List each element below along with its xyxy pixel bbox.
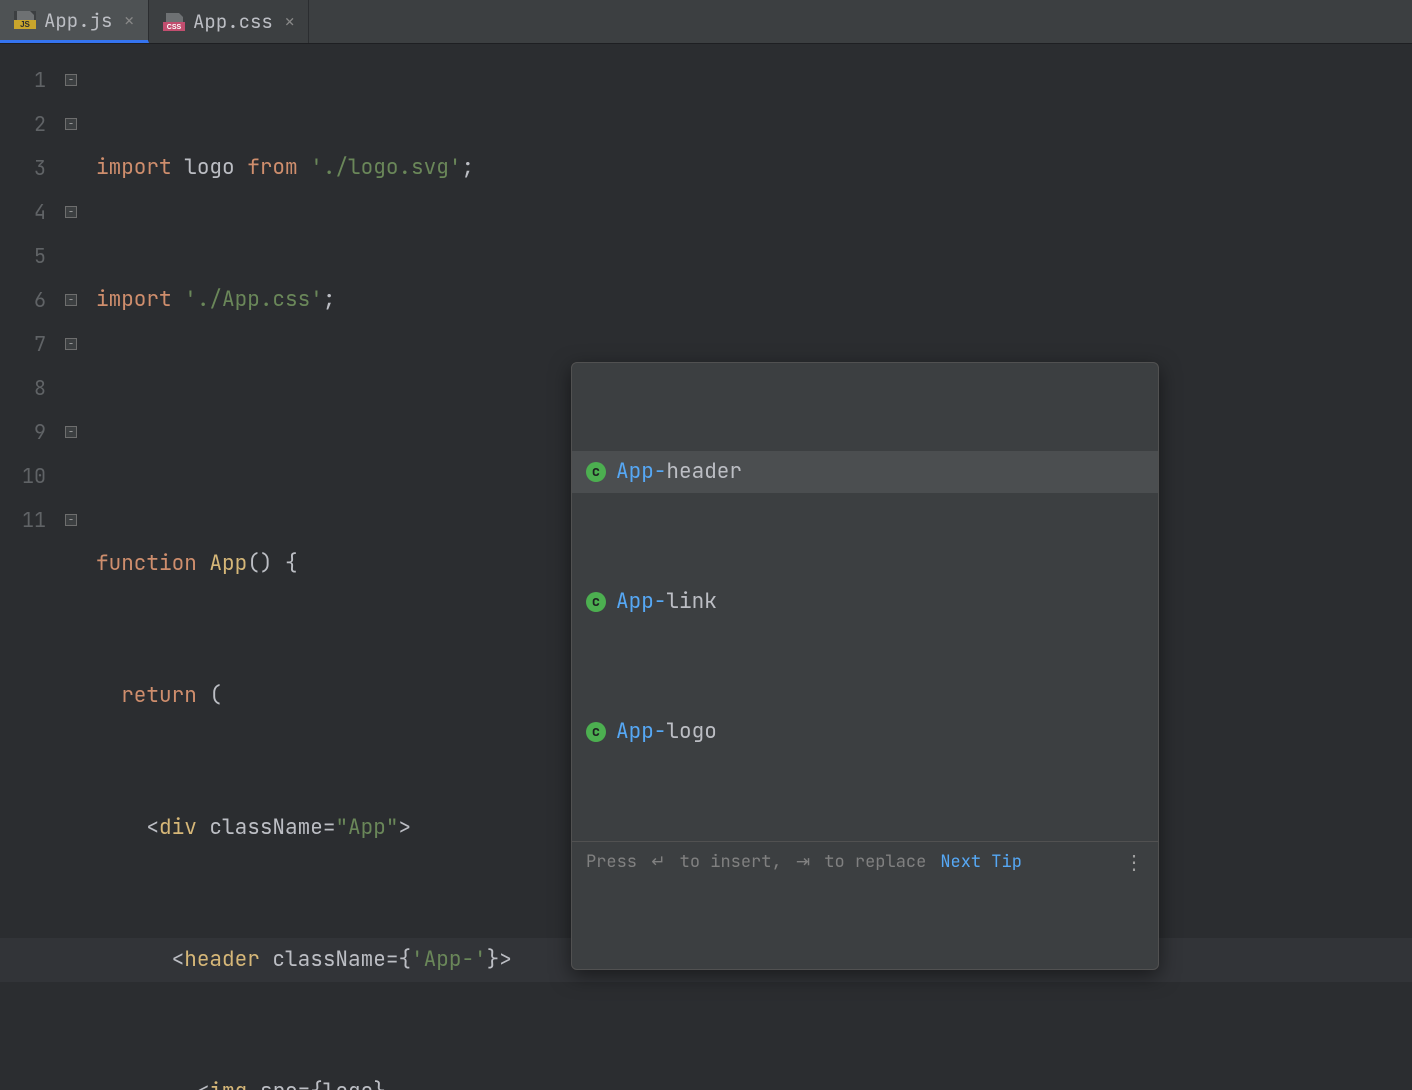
next-tip-link[interactable]: Next Tip <box>940 840 1022 884</box>
line-number: 4 <box>0 190 46 234</box>
line-number: 8 <box>0 366 46 410</box>
line-number: 6 <box>0 278 46 322</box>
completion-prefix: App- <box>616 718 666 745</box>
enter-key-icon: ↵ <box>651 840 665 884</box>
fold-toggle-icon[interactable]: − <box>65 206 77 218</box>
hint-text: Press <box>586 840 647 884</box>
close-icon[interactable]: ✕ <box>124 10 134 31</box>
completion-rest: header <box>666 458 742 485</box>
tab-bar: JS App.js ✕ CSS App.css ✕ <box>0 0 1412 44</box>
code-line: <img src={logo} <box>82 1070 1412 1090</box>
completion-footer: Press ↵ to insert, ⇥ to replace Next Tip… <box>572 841 1158 881</box>
code-line: import './App.css'; <box>82 278 1412 322</box>
line-gutter: 1 2 3 4 5 6 7 8 9 10 11 <box>0 44 60 545</box>
line-number: 2 <box>0 102 46 146</box>
css-class-icon: c <box>586 592 606 612</box>
code-line: import logo from './logo.svg'; <box>82 146 1412 190</box>
completion-item[interactable]: c App-header <box>572 451 1158 493</box>
completion-prefix: App- <box>616 458 666 485</box>
fold-toggle-icon[interactable]: − <box>65 514 77 526</box>
completion-item[interactable]: c App-link <box>572 581 1158 623</box>
kebab-menu-icon[interactable]: ⋮ <box>1124 852 1144 872</box>
fold-toggle-icon[interactable]: − <box>65 74 77 86</box>
line-number: 10 <box>0 454 46 498</box>
code-completion-popup: c App-header c App-link c App-logo Press… <box>571 362 1159 970</box>
fold-toggle-icon[interactable]: − <box>65 426 77 438</box>
completion-item[interactable]: c App-logo <box>572 711 1158 753</box>
completion-rest: logo <box>666 718 716 745</box>
fold-toggle-icon[interactable]: − <box>65 338 77 350</box>
line-number: 1 <box>0 58 46 102</box>
line-number: 7 <box>0 322 46 366</box>
fold-column: − − − − − − − <box>60 44 82 545</box>
code-area[interactable]: import logo from './logo.svg'; import '.… <box>82 44 1412 545</box>
line-number: 5 <box>0 234 46 278</box>
tab-label: App.css <box>193 9 273 34</box>
js-file-icon: JS <box>14 11 36 29</box>
line-number: 11 <box>0 498 46 542</box>
hint-text: to replace <box>814 840 926 884</box>
hint-text: to insert, <box>669 840 791 884</box>
line-number: 3 <box>0 146 46 190</box>
svg-text:CSS: CSS <box>167 24 182 31</box>
fold-toggle-icon[interactable]: − <box>65 294 77 306</box>
close-icon[interactable]: ✕ <box>285 11 295 32</box>
css-class-icon: c <box>586 462 606 482</box>
code-editor[interactable]: 1 2 3 4 5 6 7 8 9 10 11 − − − − − − − im… <box>0 44 1412 545</box>
css-file-icon: CSS <box>163 13 185 31</box>
fold-toggle-icon[interactable]: − <box>65 118 77 130</box>
tab-app-css[interactable]: CSS App.css ✕ <box>149 0 309 43</box>
tab-app-js[interactable]: JS App.js ✕ <box>0 0 149 43</box>
completion-rest: link <box>666 588 716 615</box>
line-number: 9 <box>0 410 46 454</box>
tab-label: App.js <box>44 8 112 33</box>
css-class-icon: c <box>586 722 606 742</box>
tab-key-icon: ⇥ <box>796 840 810 884</box>
svg-text:JS: JS <box>20 20 30 29</box>
completion-prefix: App- <box>616 588 666 615</box>
